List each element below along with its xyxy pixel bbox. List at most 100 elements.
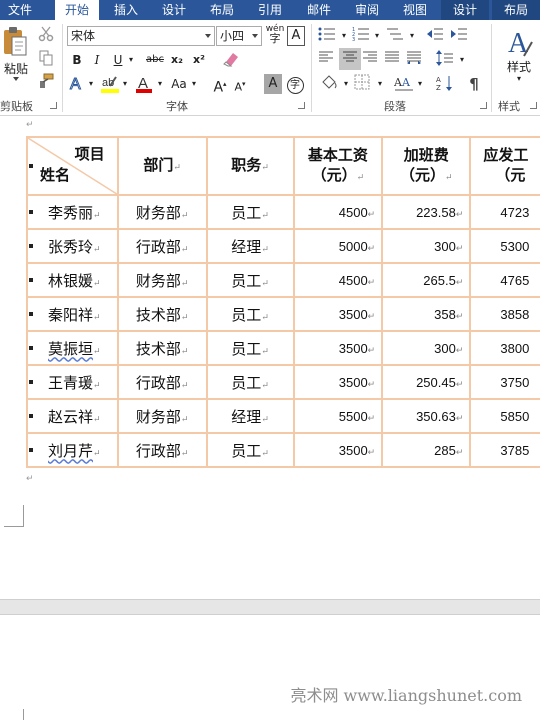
multilevel-dropdown[interactable]: ▾ — [408, 26, 416, 46]
strikethrough-button[interactable]: abc — [144, 50, 166, 70]
cell-base-salary[interactable]: 5000↵ — [292, 228, 384, 264]
cell-title[interactable]: 经理↵ — [205, 398, 295, 434]
tab-design[interactable]: 设计 — [152, 0, 196, 20]
character-border-button[interactable]: A — [287, 26, 305, 46]
cell-dept[interactable]: 行政部↵ — [116, 432, 208, 468]
cell-total[interactable]: 5300 — [469, 228, 540, 264]
tab-table-design[interactable]: 设计 — [441, 0, 489, 20]
cell-overtime[interactable]: 300↵ — [381, 228, 472, 264]
copy-button[interactable] — [38, 50, 56, 70]
cell-name[interactable]: 刘月芹↵ — [26, 432, 119, 468]
align-right-button[interactable] — [362, 50, 382, 70]
align-center-button[interactable] — [339, 48, 361, 70]
shading-dropdown[interactable]: ▾ — [342, 74, 350, 94]
cell-total[interactable]: 4765 — [469, 262, 540, 298]
cell-base-salary[interactable]: 5500↵ — [292, 398, 384, 434]
clear-formatting-button[interactable] — [222, 50, 244, 70]
cell-overtime[interactable]: 300↵ — [381, 330, 472, 366]
cell-base-salary[interactable]: 3500↵ — [292, 330, 384, 366]
shading-button[interactable] — [320, 74, 342, 94]
text-effects-dropdown[interactable]: ▾ — [87, 74, 95, 94]
cell-base-salary[interactable]: 3500↵ — [292, 364, 384, 400]
cut-button[interactable] — [38, 26, 56, 46]
cell-total[interactable]: 3750 — [469, 364, 540, 400]
chinese-layout-button[interactable]: AA — [394, 74, 416, 94]
cell-dept[interactable]: 行政部↵ — [116, 364, 208, 400]
tab-mailings[interactable]: 邮件 — [297, 0, 341, 20]
cell-name[interactable]: 王青瑗↵ — [26, 364, 119, 400]
cell-dept[interactable]: 技术部↵ — [116, 330, 208, 366]
cell-overtime[interactable]: 350.63↵ — [381, 398, 472, 434]
cell-base-salary[interactable]: 4500↵ — [292, 194, 384, 230]
distributed-button[interactable] — [406, 50, 426, 70]
increase-indent-button[interactable] — [450, 26, 472, 46]
show-marks-button[interactable]: ¶ — [464, 74, 484, 94]
line-spacing-button[interactable] — [436, 50, 458, 70]
change-case-button[interactable]: Aa — [168, 74, 190, 94]
header-cell-title[interactable]: 职务↵ — [205, 136, 295, 196]
font-size-combo[interactable]: 小四 — [216, 26, 262, 46]
justify-button[interactable] — [384, 50, 404, 70]
cell-total[interactable]: 5850 — [469, 398, 540, 434]
cell-dept[interactable]: 财务部↵ — [116, 262, 208, 298]
cell-name[interactable]: 林银媛↵ — [26, 262, 119, 298]
cell-base-salary[interactable]: 3500↵ — [292, 432, 384, 468]
tab-review[interactable]: 审阅 — [345, 0, 389, 20]
cell-title[interactable]: 员工↵ — [205, 262, 295, 298]
tab-layout[interactable]: 布局 — [200, 0, 244, 20]
text-effects-button[interactable]: A — [68, 74, 86, 94]
subscript-button[interactable]: x₂ — [168, 50, 186, 70]
change-case-dropdown[interactable]: ▾ — [190, 74, 198, 94]
tab-insert[interactable]: 插入 — [104, 0, 148, 20]
cell-overtime[interactable]: 285↵ — [381, 432, 472, 468]
cell-title[interactable]: 员工↵ — [205, 194, 295, 230]
cell-total[interactable]: 3858 — [469, 296, 540, 332]
cell-overtime[interactable]: 250.45↵ — [381, 364, 472, 400]
format-painter-button[interactable] — [38, 73, 56, 93]
borders-button[interactable] — [354, 74, 376, 94]
clipboard-launcher-icon[interactable] — [50, 102, 57, 109]
chinese-layout-dropdown[interactable]: ▾ — [416, 74, 424, 94]
shrink-font-button[interactable]: A▾ — [232, 74, 248, 94]
cell-dept[interactable]: 行政部↵ — [116, 228, 208, 264]
underline-dropdown[interactable]: ▾ — [126, 50, 136, 70]
cell-title[interactable]: 员工↵ — [205, 296, 295, 332]
tab-references[interactable]: 引用 — [248, 0, 292, 20]
header-cell-dept[interactable]: 部门↵ — [116, 136, 208, 196]
cell-overtime[interactable]: 223.58↵ — [381, 194, 472, 230]
cell-dept[interactable]: 财务部↵ — [116, 194, 208, 230]
superscript-button[interactable]: x² — [190, 50, 208, 70]
tab-table-layout[interactable]: 布局 — [492, 0, 540, 20]
align-left-button[interactable] — [318, 50, 338, 70]
cell-name[interactable]: 莫振垣↵ — [26, 330, 119, 366]
cell-dept[interactable]: 财务部↵ — [116, 398, 208, 434]
cell-title[interactable]: 员工↵ — [205, 364, 295, 400]
font-name-combo[interactable]: 宋体 — [67, 26, 215, 46]
font-color-dropdown[interactable]: ▾ — [156, 74, 164, 94]
document-area[interactable]: ↵ 项目 姓名 部门↵ 职务↵ 基本工资 （元）↵ 加班费 （元）↵ 应发工 （… — [0, 117, 540, 720]
paste-button[interactable]: 粘贴 — [2, 26, 30, 86]
styles-gallery-button[interactable]: A 样式 ▾ — [498, 26, 540, 92]
cell-overtime[interactable]: 358↵ — [381, 296, 472, 332]
diagonal-header-cell[interactable]: 项目 姓名 — [26, 136, 119, 196]
paragraph-launcher-icon[interactable] — [480, 102, 487, 109]
sort-button[interactable]: AZ — [436, 74, 456, 94]
cell-total[interactable]: 3785 — [469, 432, 540, 468]
highlight-button[interactable]: ab — [100, 74, 120, 94]
multilevel-list-button[interactable] — [386, 26, 408, 46]
decrease-indent-button[interactable] — [426, 26, 448, 46]
cell-name[interactable]: 张秀玲↵ — [26, 228, 119, 264]
cell-total[interactable]: 4723 — [469, 194, 540, 230]
cell-title[interactable]: 经理↵ — [205, 228, 295, 264]
numbering-button[interactable]: 123 — [352, 26, 374, 46]
tab-home[interactable]: 开始 — [55, 0, 99, 20]
bold-button[interactable]: B — [68, 50, 86, 70]
grow-font-button[interactable]: A▴ — [212, 74, 228, 96]
tab-view[interactable]: 视图 — [393, 0, 437, 20]
cell-total[interactable]: 3800 — [469, 330, 540, 366]
salary-table[interactable]: 项目 姓名 部门↵ 职务↵ 基本工资 （元）↵ 加班费 （元）↵ 应发工 （元 … — [26, 136, 540, 468]
underline-button[interactable]: U — [110, 50, 126, 70]
character-shading-button[interactable]: A — [264, 74, 282, 94]
enclose-characters-button[interactable]: 字 — [286, 74, 304, 94]
font-launcher-icon[interactable] — [298, 102, 305, 109]
